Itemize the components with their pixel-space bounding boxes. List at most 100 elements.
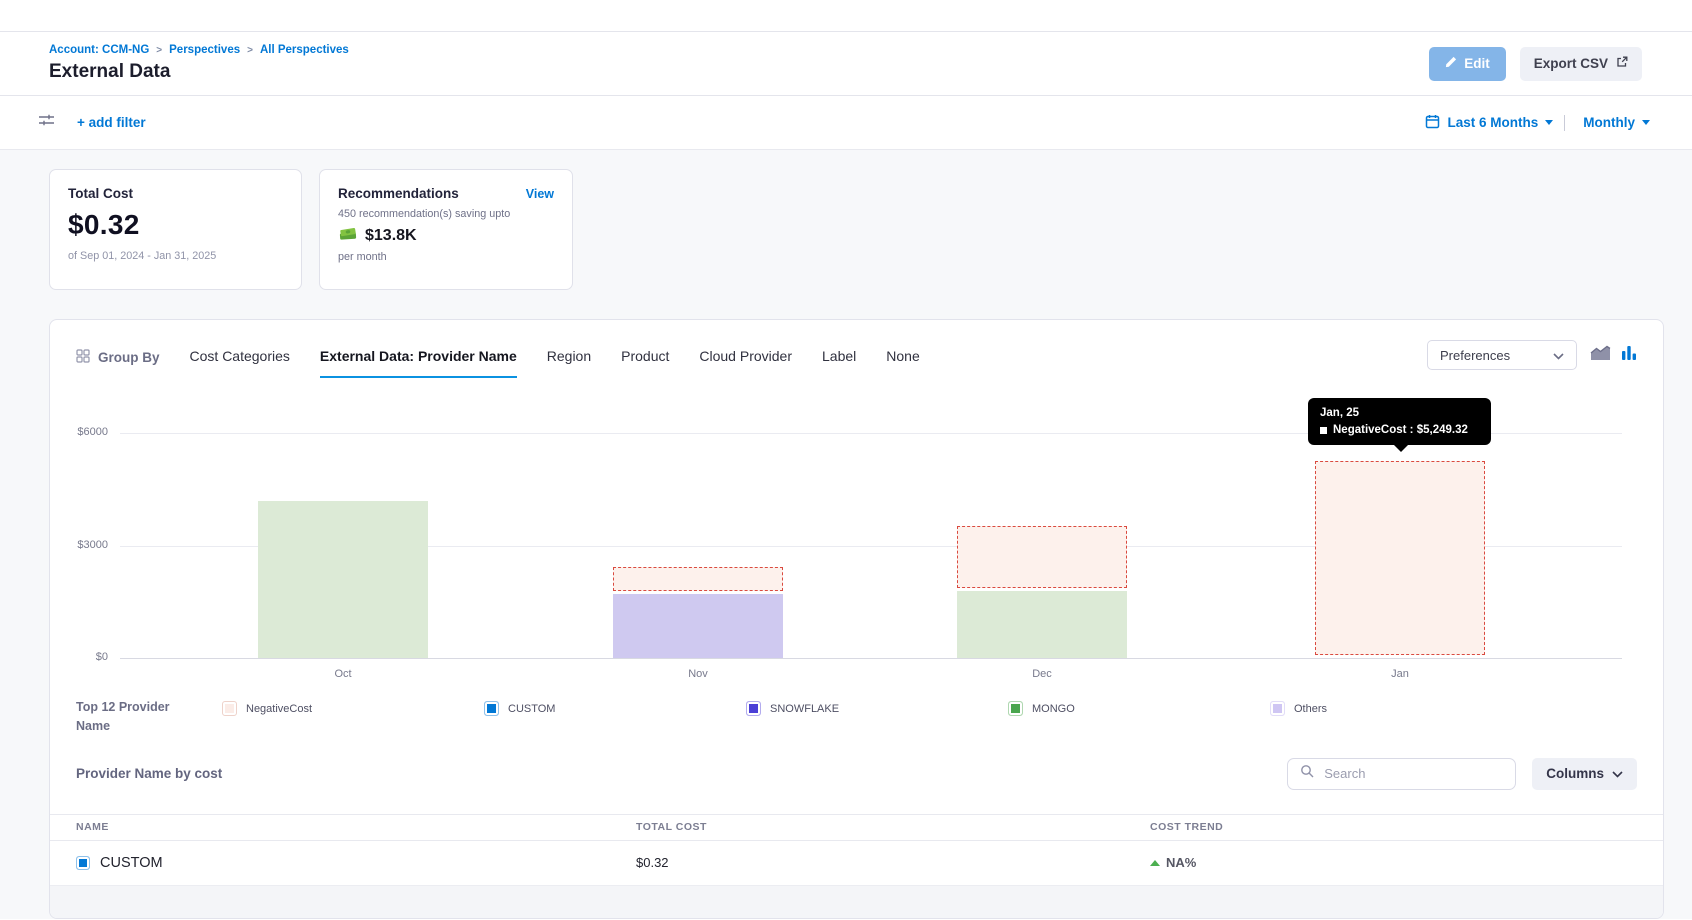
legend-item-negativecost[interactable]: NegativeCost [222, 701, 484, 716]
columns-button[interactable]: Columns [1532, 758, 1637, 790]
perspective-page: Account: CCM-NG > Perspectives > All Perspec… [0, 0, 1692, 920]
x-axis-tick: Nov [658, 668, 738, 680]
legend-swatch-icon [222, 701, 237, 716]
tooltip-title: Jan, 25 [1320, 407, 1479, 419]
chevron-down-icon[interactable] [1545, 120, 1553, 125]
page-header: Account: CCM-NG > Perspectives > All Perspec… [0, 32, 1692, 96]
preferences-dropdown[interactable]: Preferences [1427, 340, 1577, 370]
column-header-cost-trend[interactable]: COST TREND [1150, 821, 1637, 833]
tooltip-series-marker [1320, 427, 1327, 434]
chevron-down-icon[interactable] [1642, 120, 1650, 125]
tab-label[interactable]: Label [822, 348, 856, 378]
cell-name: CUSTOM [76, 855, 636, 871]
x-axis-tick: Dec [1002, 668, 1082, 680]
column-header-total-cost[interactable]: TOTAL COST [636, 821, 1150, 833]
tab-cost-categories[interactable]: Cost Categories [190, 348, 290, 378]
edit-button-label: Edit [1464, 56, 1490, 71]
time-controls: Last 6 Months Monthly [1425, 114, 1650, 132]
trend-value: NA% [1166, 855, 1196, 870]
tab-none[interactable]: None [886, 348, 919, 378]
breadcrumb-account[interactable]: Account: CCM-NG [49, 44, 149, 56]
legend-swatch-icon [484, 701, 499, 716]
legend-item-custom[interactable]: CUSTOM [484, 701, 746, 716]
legend-label: CUSTOM [508, 703, 555, 715]
header-left: Account: CCM-NG > Perspectives > All Perspec… [49, 44, 349, 83]
export-csv-label: Export CSV [1534, 56, 1608, 71]
legend-item-mongo[interactable]: MONGO [1008, 701, 1270, 716]
legend-label: SNOWFLAKE [770, 703, 839, 715]
y-axis-tick: $6000 [50, 426, 108, 438]
perspective-panel: Group By Cost Categories External Data: P… [49, 319, 1664, 919]
filter-bar: + add filter Last 6 Months Monthly [0, 96, 1692, 150]
pencil-icon [1445, 56, 1457, 71]
total-cost-period: of Sep 01, 2024 - Jan 31, 2025 [68, 250, 283, 262]
table-header-row: NAMETOTAL COSTCOST TREND [50, 814, 1663, 841]
provider-cost-table: NAMETOTAL COSTCOST TREND CUSTOM $0.32 NA% [50, 814, 1663, 920]
legend-item-others[interactable]: Others [1270, 701, 1532, 716]
summary-cards: Total Cost $0.32 of Sep 01, 2024 - Jan 3… [49, 169, 1664, 290]
breadcrumb-link-perspectives[interactable]: Perspectives [169, 44, 240, 56]
group-by-row: Group By Cost Categories External Data: P… [50, 320, 1663, 378]
table-title: Provider Name by cost [76, 766, 222, 781]
legend-label: MONGO [1032, 703, 1075, 715]
bar-nov-negativecost[interactable] [613, 567, 783, 591]
x-axis-tick: Jan [1360, 668, 1440, 680]
filter-sliders-icon[interactable] [38, 113, 55, 132]
legend-swatch-icon [746, 701, 761, 716]
recommendations-label: Recommendations [338, 186, 459, 201]
chart-legend-items: NegativeCost CUSTOM SNOWFLAKE MONGO Others [222, 701, 1637, 716]
x-axis-tick: Oct [303, 668, 383, 680]
gridline [120, 658, 1622, 659]
table-toolbar: Provider Name by cost Columns [50, 736, 1663, 790]
breadcrumb-link-all-perspectives[interactable]: All Perspectives [260, 44, 349, 56]
content-area: Total Cost $0.32 of Sep 01, 2024 - Jan 3… [0, 150, 1692, 919]
group-by-label: Group By [76, 349, 160, 378]
preferences-label: Preferences [1440, 348, 1510, 363]
chevron-down-icon [1612, 766, 1623, 781]
tab-product[interactable]: Product [621, 348, 669, 378]
header-actions: Edit Export CSV [1429, 47, 1642, 81]
bar-dec-negativecost[interactable] [957, 526, 1127, 588]
tooltip-value: NegativeCost : $5,249.32 [1333, 424, 1468, 436]
tab-region[interactable]: Region [547, 348, 591, 378]
legend-item-snowflake[interactable]: SNOWFLAKE [746, 701, 1008, 716]
cost-chart: Jan, 25 NegativeCost : $5,249.32 $0$3000… [50, 388, 1663, 688]
bar-chart-icon[interactable] [1621, 345, 1637, 366]
tab-external-data-provider-name[interactable]: External Data: Provider Name [320, 348, 517, 378]
granularity-dropdown[interactable]: Monthly [1583, 115, 1635, 130]
view-recommendations-link[interactable]: View [526, 187, 554, 201]
chart-controls: Preferences [1427, 340, 1637, 378]
chevron-down-icon [1553, 348, 1564, 363]
table-row[interactable]: CUSTOM $0.32 NA% [50, 841, 1663, 886]
bar-nov-others[interactable] [613, 594, 783, 658]
table-body: CUSTOM $0.32 NA% [50, 841, 1663, 886]
provider-name: CUSTOM [100, 855, 163, 871]
legend-swatch-icon [1008, 701, 1023, 716]
breadcrumb-separator-icon: > [247, 45, 253, 56]
bar-dec-mongo[interactable] [957, 591, 1127, 658]
money-icon [338, 225, 358, 246]
legend-swatch-icon [1270, 701, 1285, 716]
add-filter-button[interactable]: + add filter [77, 115, 146, 130]
bar-jan-negativecost[interactable] [1315, 461, 1485, 655]
table-cutoff-row [50, 886, 1663, 920]
tab-cloud-provider[interactable]: Cloud Provider [699, 348, 792, 378]
bar-oct-mongo[interactable] [258, 501, 428, 658]
search-input[interactable] [1322, 765, 1503, 782]
export-csv-button[interactable]: Export CSV [1520, 47, 1642, 81]
cell-total-cost: $0.32 [636, 855, 1150, 870]
total-cost-value: $0.32 [68, 209, 283, 241]
provider-swatch-icon [76, 856, 90, 870]
breadcrumb-separator-icon: > [156, 45, 162, 56]
date-range-dropdown[interactable]: Last 6 Months [1447, 115, 1538, 130]
top-strip [0, 0, 1692, 32]
column-header-name[interactable]: NAME [76, 821, 636, 833]
y-axis-tick: $0 [50, 651, 108, 663]
divider [1564, 115, 1565, 131]
edit-button[interactable]: Edit [1429, 47, 1506, 81]
legend-title: Top 12 Provider Name [76, 698, 206, 736]
area-chart-icon[interactable] [1590, 345, 1611, 366]
grid-icon [76, 349, 90, 366]
search-box[interactable] [1287, 758, 1516, 790]
chart-tooltip: Jan, 25 NegativeCost : $5,249.32 [1308, 398, 1491, 445]
